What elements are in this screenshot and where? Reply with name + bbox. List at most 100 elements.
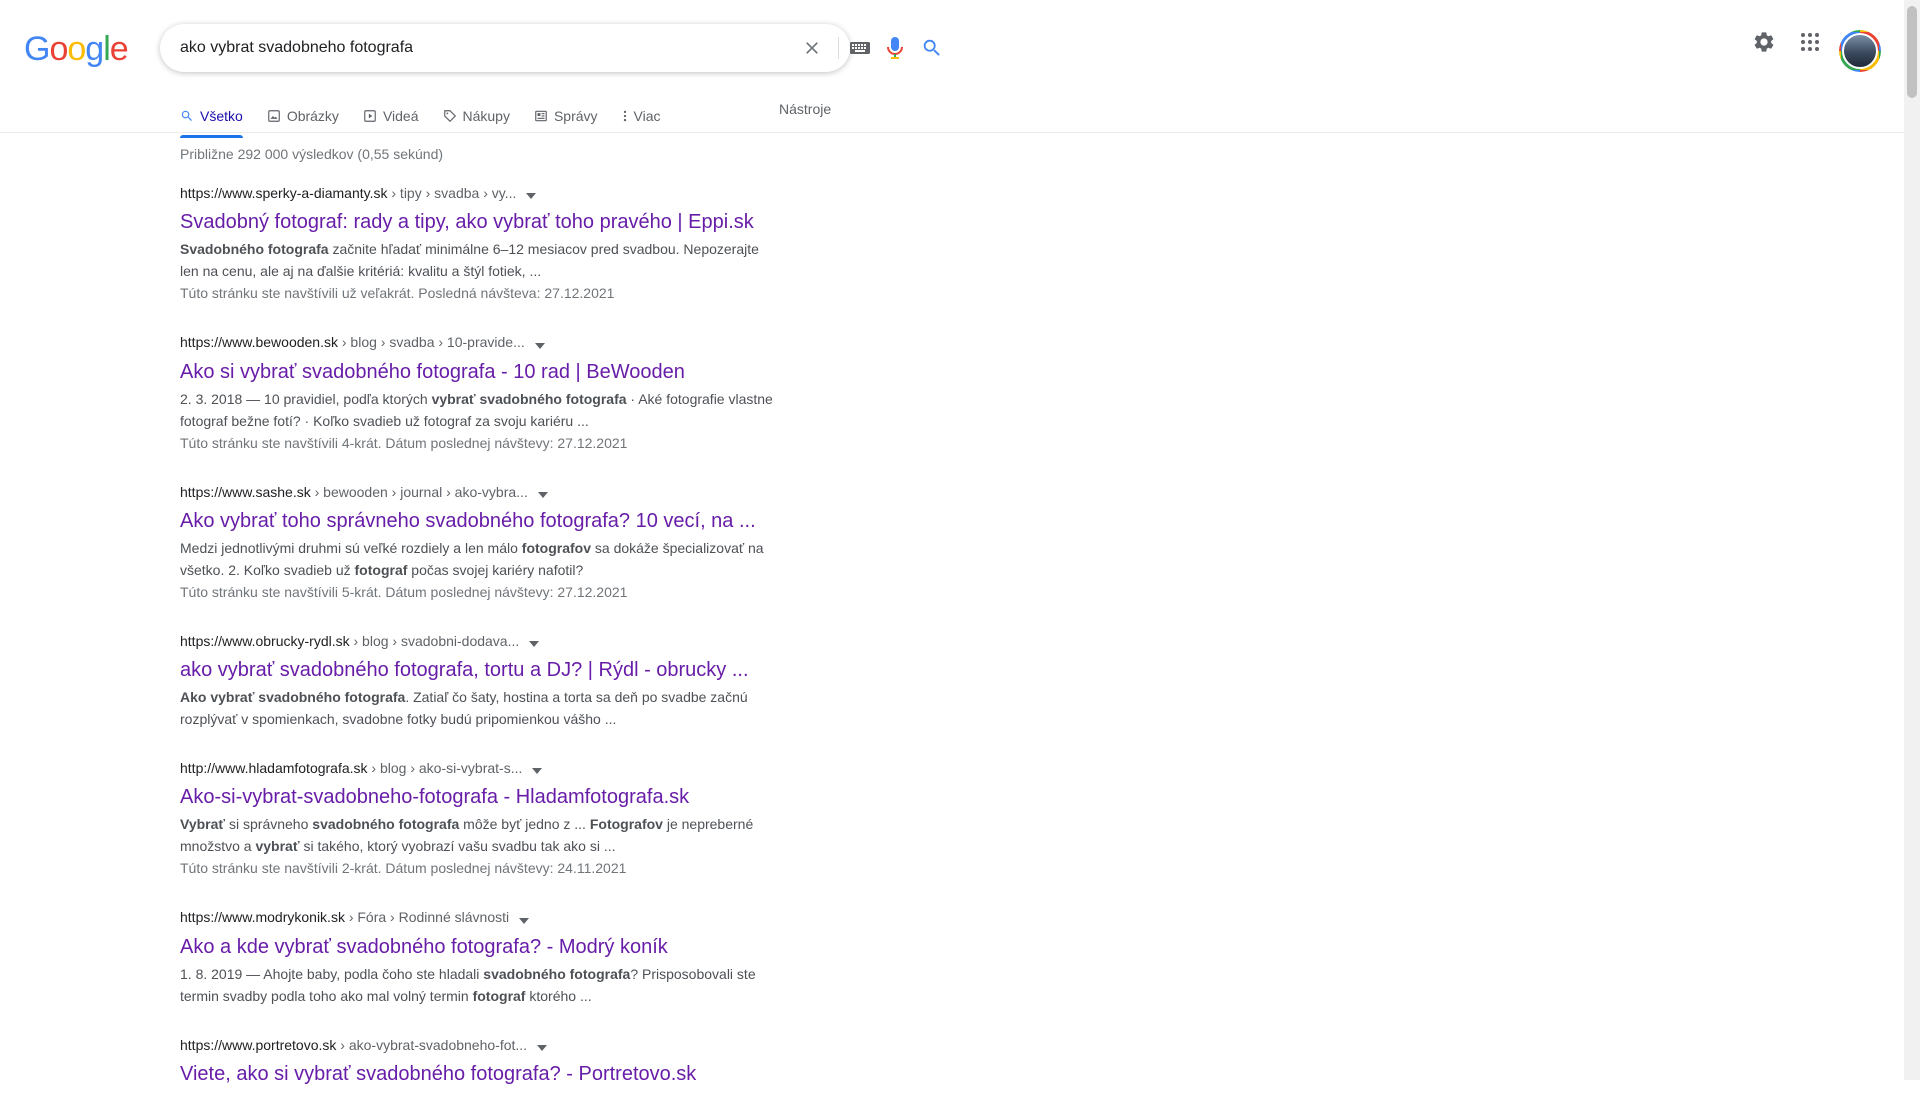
tab-nákupy[interactable]: Nákupy (443, 100, 510, 132)
image-icon (267, 109, 281, 123)
search-result: https://www.sperky-a-diamanty.sk › tipy … (180, 183, 780, 304)
result-url[interactable]: https://www.portretovo.sk › ako-vybrat-s… (180, 1035, 780, 1056)
result-path: › tipy › svadba › vy... (387, 185, 517, 201)
chevron-down-icon[interactable] (526, 184, 537, 204)
avatar-image (1842, 33, 1878, 69)
snippet-highlight: Vybrať (180, 816, 226, 833)
visited-note: Túto stránku ste navštívili 2-krát. Dátu… (180, 860, 627, 877)
result-snippet: 2. 3. 2018 — 10 pravidiel, podľa ktorých… (180, 388, 780, 432)
result-site: http://www.hladamfotografa.sk (180, 760, 368, 777)
result-title-link[interactable]: ako vybrať svadobného fotografa, tortu a… (180, 657, 780, 683)
video-icon (363, 109, 377, 123)
header-divider (0, 132, 1904, 133)
result-title-link[interactable]: Ako a kde vybrať svadobného fotografa? -… (180, 934, 780, 960)
google-logo[interactable]: Google (24, 30, 129, 69)
snippet-text: 2. 3. 2018 — 10 pravidiel, podľa ktorých (180, 390, 432, 407)
snippet-highlight: vybrať (255, 838, 300, 855)
tab-viac[interactable]: Viac (622, 100, 661, 132)
visited-note: Túto stránku ste navštívili 5-krát. Dátu… (180, 583, 628, 600)
search-result: https://www.obrucky-rydl.sk › blog › sva… (180, 631, 780, 730)
result-url[interactable]: https://www.obrucky-rydl.sk › blog › sva… (180, 631, 780, 652)
tab-label: Videá (382, 108, 419, 124)
snippet-highlight: Fotografov (589, 816, 663, 833)
mic-icon[interactable] (883, 36, 907, 60)
result-title-link[interactable]: Ako-si-vybrat-svadobneho-fotografa - Hla… (180, 784, 780, 810)
logo-letter: o (67, 30, 86, 68)
snippet-highlight: Ako vybrať svadobného fotografa (180, 689, 406, 706)
chevron-down-icon[interactable] (537, 483, 548, 503)
snippet-highlight: Svadobného fotografa (180, 241, 329, 258)
tab-label: Nákupy (462, 108, 510, 124)
result-snippet: Svadobného fotografa začnite hľadať mini… (180, 238, 780, 282)
result-site: https://www.modrykonik.sk (180, 909, 345, 926)
search-result: https://www.sashe.sk › bewooden › journa… (180, 482, 780, 603)
search-input[interactable]: ako vybrat svadobneho fotografa (180, 39, 413, 57)
tab-obrázky[interactable]: Obrázky (267, 100, 339, 132)
tab-správy[interactable]: Správy (534, 100, 598, 132)
search-icon (180, 109, 194, 123)
result-url[interactable]: https://www.bewooden.sk › blog › svadba … (180, 332, 780, 353)
logo-letter: o (49, 30, 68, 68)
search-box[interactable]: ako vybrat svadobneho fotografa (160, 24, 940, 72)
avatar[interactable] (1839, 30, 1881, 72)
tab-všetko[interactable]: Všetko (180, 100, 243, 138)
tab-videá[interactable]: Videá (363, 100, 419, 132)
chevron-down-icon[interactable] (537, 1036, 548, 1056)
snippet-text: si správneho (225, 816, 313, 833)
snippet-highlight: svadobného fotografa (483, 965, 631, 982)
news-icon (534, 109, 548, 123)
logo-letter: g (85, 30, 104, 68)
snippet-highlight: vybrať svadobného fotografa (431, 390, 627, 407)
result-path: › Fóra › Rodinné slávnosti (344, 909, 510, 926)
visited-note: Túto stránku ste navštívili 4-krát. Dátu… (180, 434, 628, 451)
result-site: https://www.sperky-a-diamanty.sk (180, 185, 388, 201)
gear-icon[interactable] (1752, 30, 1776, 59)
result-url[interactable]: https://www.modrykonik.sk › Fóra › Rodin… (180, 907, 780, 928)
result-title-link[interactable]: Ako vybrať toho správneho svadobného fot… (180, 508, 780, 534)
search-result: https://www.bewooden.sk › blog › svadba … (180, 332, 780, 453)
result-title-link[interactable]: Viete, ako si vybrať svadobného fotograf… (180, 1061, 780, 1087)
result-title-link[interactable]: Svadobný fotograf: rady a tipy, ako vybr… (180, 209, 780, 235)
search-icon[interactable] (920, 36, 944, 60)
result-site: https://www.bewooden.sk (180, 334, 338, 351)
result-snippet: Ako vybrať svadobného fotografa. Zatiaľ … (180, 686, 780, 730)
chevron-down-icon[interactable] (529, 632, 540, 652)
tab-label: Viac (633, 108, 661, 124)
scrollbar[interactable] (1904, 0, 1920, 1080)
result-path: › blog › svadba › 10-pravide... (337, 334, 525, 351)
result-url[interactable]: http://www.hladamfotografa.sk › blog › a… (180, 758, 780, 779)
snippet-text: Medzi jednotlivými druhmi sú veľké rozdi… (180, 539, 522, 556)
snippet-text: môže byť jedno z ... (459, 816, 590, 833)
result-path: › blog › svadobni-dodava... (349, 632, 520, 649)
result-snippet: Medzi jednotlivými druhmi sú veľké rozdi… (180, 537, 780, 581)
result-path: › ako-vybrat-svadobneho-fot... (336, 1036, 528, 1053)
result-url[interactable]: https://www.sashe.sk › bewooden › journa… (180, 482, 780, 503)
tab-label: Obrázky (286, 108, 339, 124)
chevron-down-icon[interactable] (532, 759, 543, 779)
tab-label: Všetko (200, 108, 243, 124)
result-site: https://www.obrucky-rydl.sk (180, 632, 350, 649)
snippet-text: si takého, ktorý vyobrazí vašu svadbu ta… (299, 838, 616, 855)
chevron-down-icon[interactable] (519, 909, 530, 929)
result-url[interactable]: https://www.sperky-a-diamanty.sk › tipy … (180, 183, 780, 204)
tag-icon (443, 109, 457, 123)
apps-grid-icon[interactable] (1798, 30, 1822, 59)
divider (838, 37, 839, 59)
keyboard-icon[interactable] (848, 36, 872, 60)
placeholder-none (730, 36, 754, 60)
snippet-text: počas svojej kariéry nafotil? (407, 561, 584, 578)
snippet-highlight: svadobného fotografa (312, 816, 460, 833)
result-title-link[interactable]: Ako si vybrať svadobného fotografa - 10 … (180, 359, 780, 385)
snippet-text: ktorého ... (525, 987, 592, 1004)
logo-letter: e (109, 30, 129, 68)
chevron-down-icon[interactable] (534, 334, 545, 354)
result-site: https://www.portretovo.sk (180, 1036, 337, 1053)
search-result: https://www.portretovo.sk › ako-vybrat-s… (180, 1035, 780, 1087)
search-tabs: Všetko Obrázky Videá Nákupy Správy Viac (180, 100, 685, 138)
close-icon[interactable] (800, 36, 824, 60)
result-site: https://www.sashe.sk (180, 483, 311, 500)
tools-button[interactable]: Nástroje (779, 101, 831, 117)
result-snippet: 1. 8. 2019 — Ahojte baby, podla čoho ste… (180, 963, 780, 1007)
scrollbar-thumb[interactable] (1907, 6, 1917, 98)
search-result: http://www.hladamfotografa.sk › blog › a… (180, 758, 780, 879)
